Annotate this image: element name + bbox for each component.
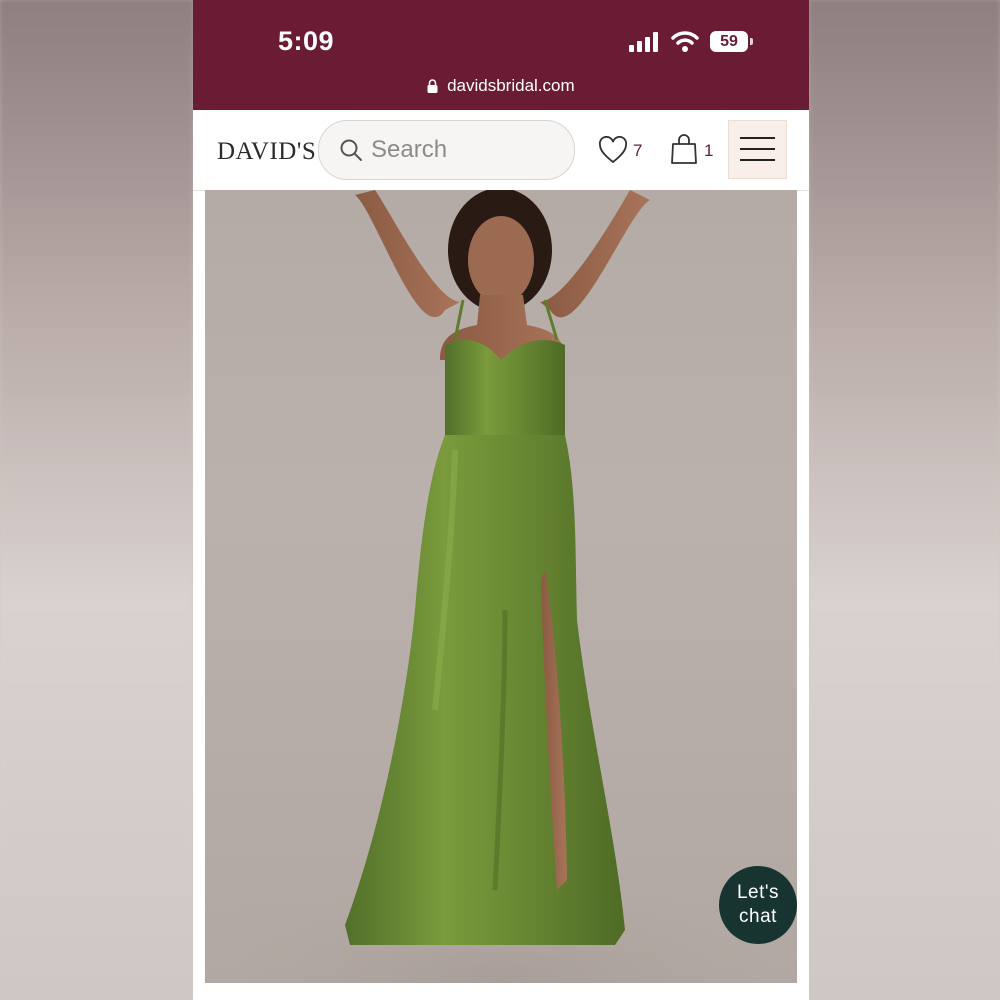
url-text: davidsbridal.com bbox=[447, 76, 575, 95]
search-icon bbox=[340, 139, 362, 161]
background-blur-left bbox=[0, 0, 193, 1000]
bag-count: 1 bbox=[704, 141, 714, 160]
bottom-strip bbox=[193, 983, 809, 1000]
hamburger-menu-button[interactable] bbox=[728, 120, 787, 179]
battery-cap bbox=[750, 38, 753, 45]
search-placeholder: Search bbox=[371, 136, 448, 163]
lets-chat-button[interactable]: Let's chat bbox=[719, 866, 797, 944]
site-header: DAVID'S Search 7 1 bbox=[193, 110, 809, 191]
chat-line-2: chat bbox=[739, 906, 777, 927]
address-bar[interactable]: davidsbridal.com bbox=[193, 76, 809, 96]
battery-level: 59 bbox=[710, 31, 748, 52]
chat-line-1: Let's bbox=[736, 882, 780, 903]
product-image[interactable] bbox=[205, 190, 797, 983]
search-input[interactable]: Search bbox=[318, 120, 575, 180]
menu-line-icon bbox=[740, 137, 775, 139]
wishlist-count: 7 bbox=[633, 141, 643, 160]
menu-line-icon bbox=[740, 148, 775, 150]
background-blur-right bbox=[809, 0, 1000, 1000]
wishlist-heart-icon[interactable] bbox=[598, 136, 628, 164]
phone-screen: 5:09 59 davidsbridal.com DAVID'S Search … bbox=[193, 0, 809, 1000]
model-in-green-gown-image bbox=[205, 190, 797, 983]
davids-logo[interactable]: DAVID'S bbox=[217, 138, 316, 166]
wifi-icon bbox=[671, 31, 699, 52]
lock-icon bbox=[427, 79, 438, 93]
menu-line-icon bbox=[740, 159, 775, 161]
status-bar: 5:09 59 davidsbridal.com bbox=[193, 0, 809, 110]
cellular-signal-icon bbox=[629, 32, 658, 52]
shopping-bag-icon[interactable] bbox=[670, 133, 698, 165]
status-time: 5:09 bbox=[278, 26, 335, 56]
